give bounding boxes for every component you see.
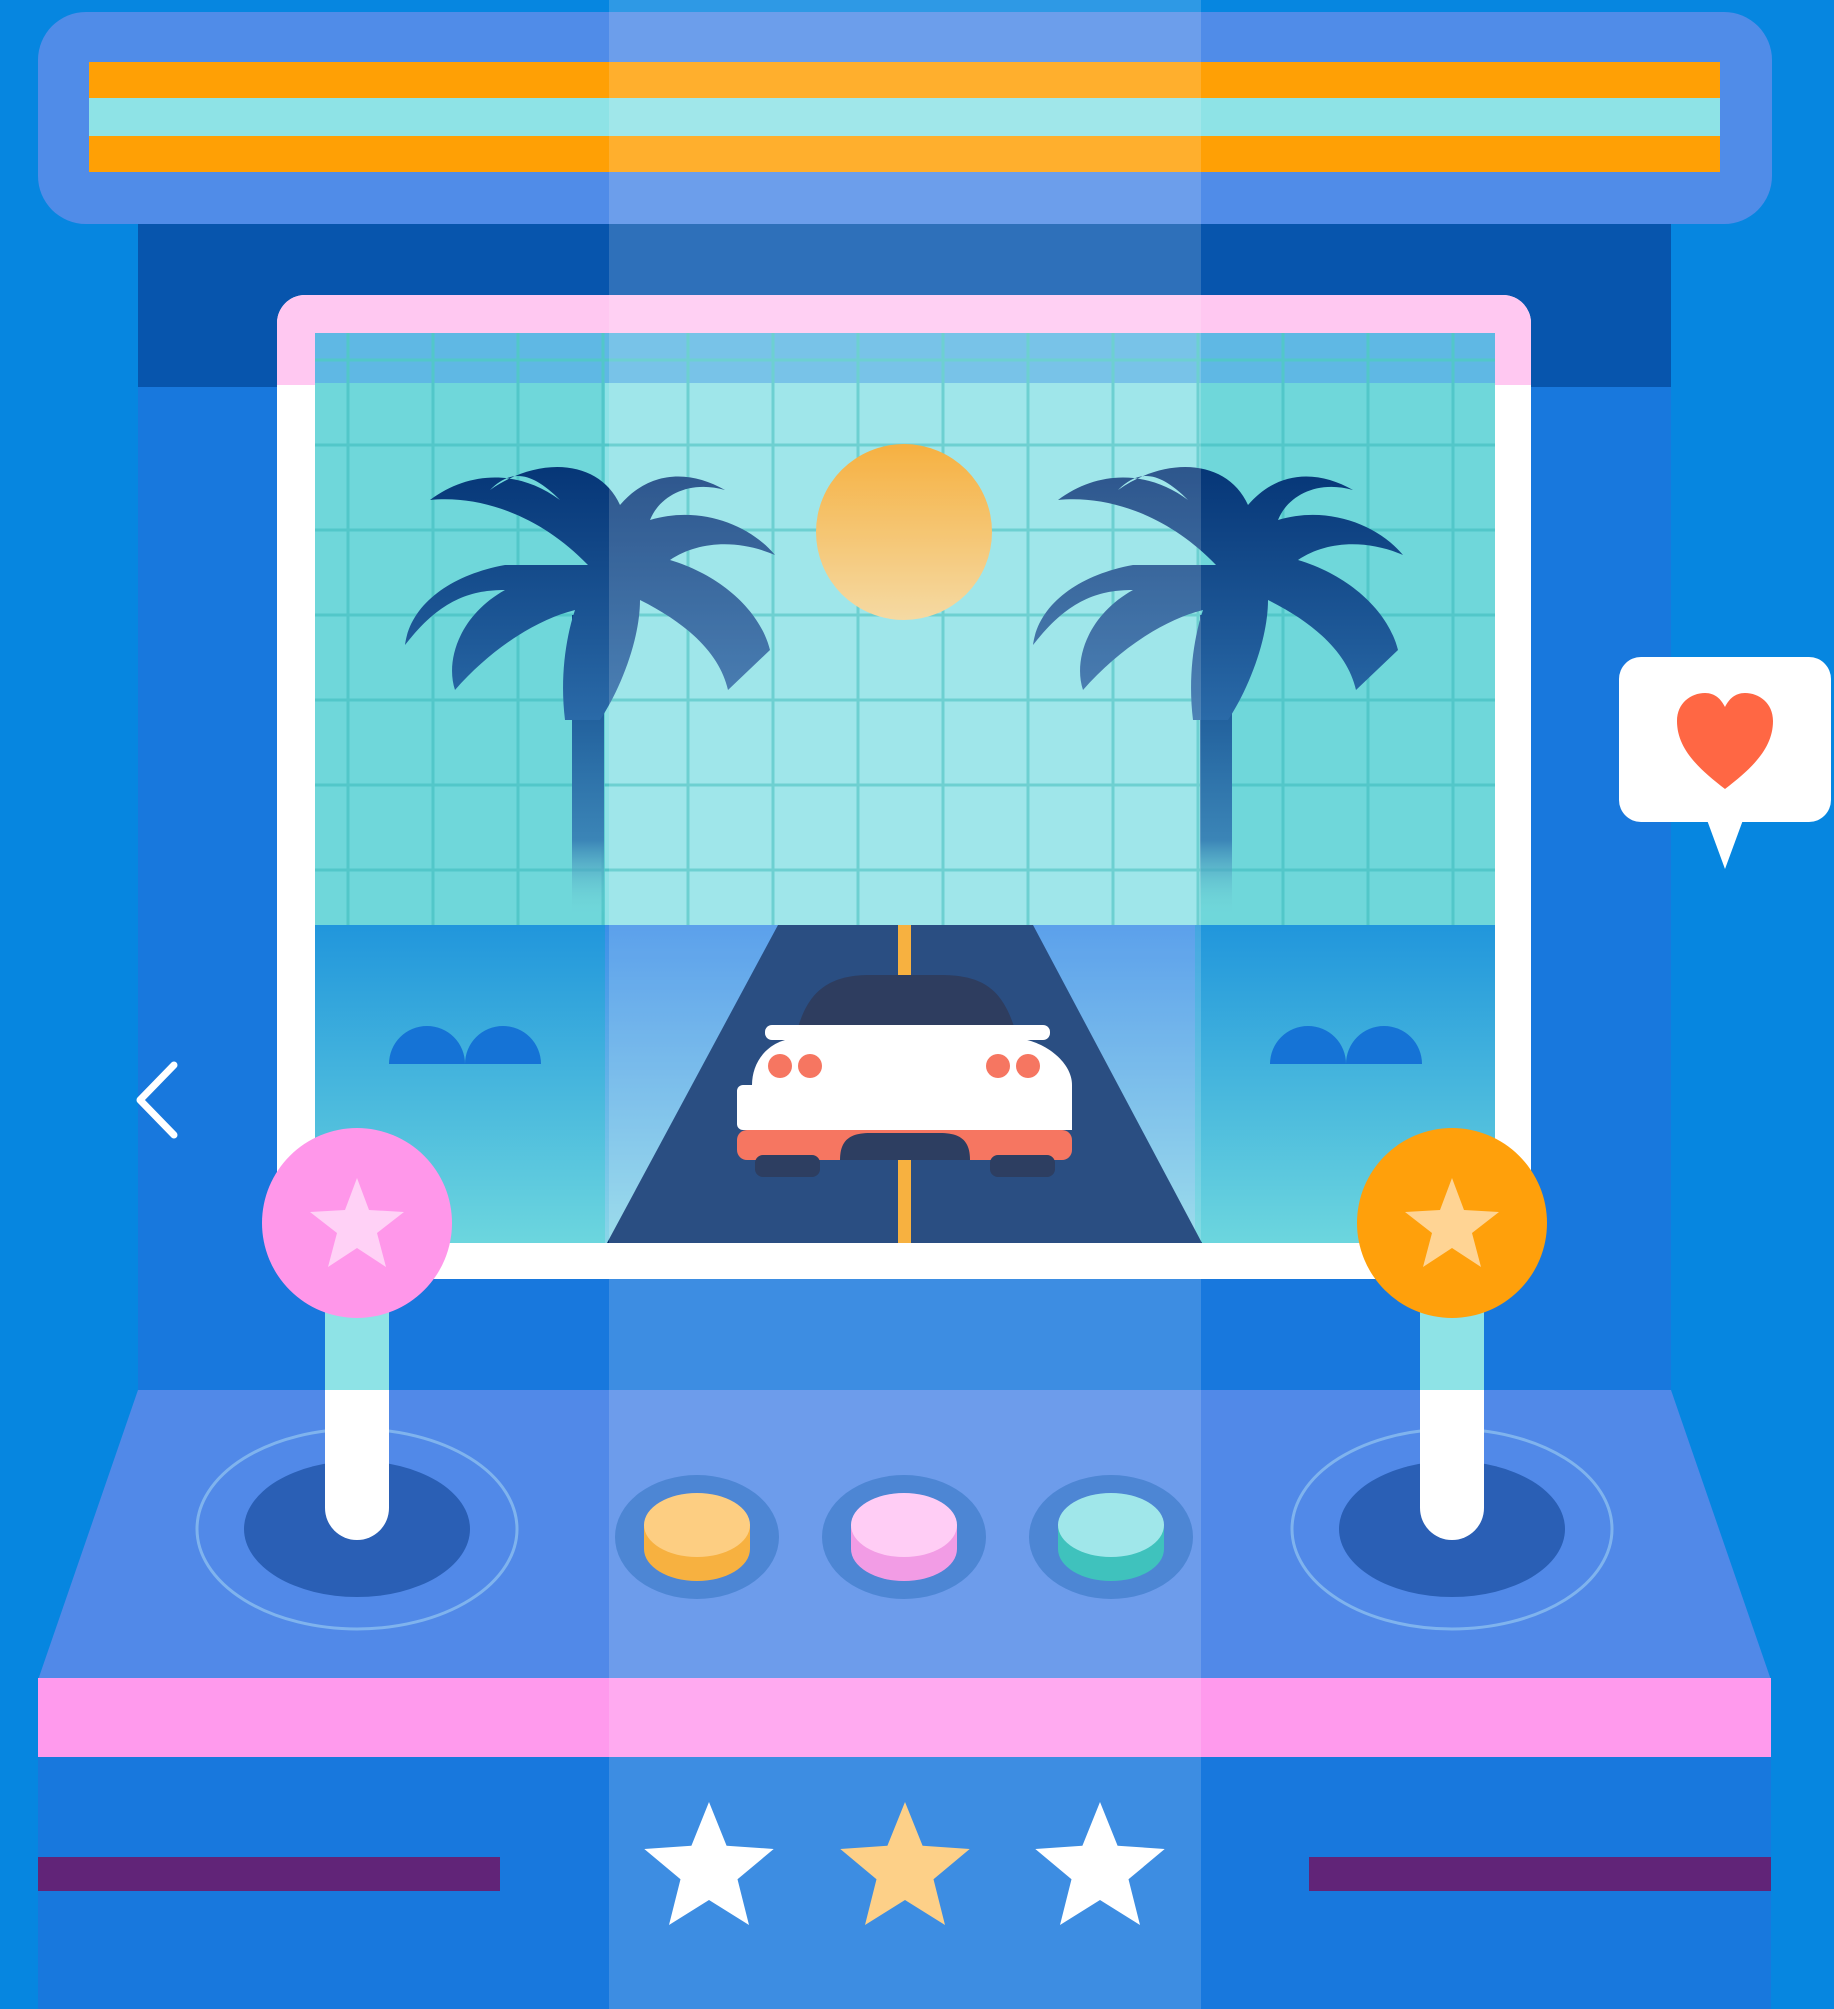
chevron-left-icon bbox=[136, 1061, 178, 1139]
coin-slot-right bbox=[1309, 1857, 1771, 1891]
back-button[interactable] bbox=[126, 1055, 196, 1145]
arcade-game-scene bbox=[38, 0, 1772, 2009]
center-highlight bbox=[609, 0, 1201, 2009]
coin-slot-left bbox=[38, 1857, 500, 1891]
like-button[interactable] bbox=[1619, 657, 1831, 871]
